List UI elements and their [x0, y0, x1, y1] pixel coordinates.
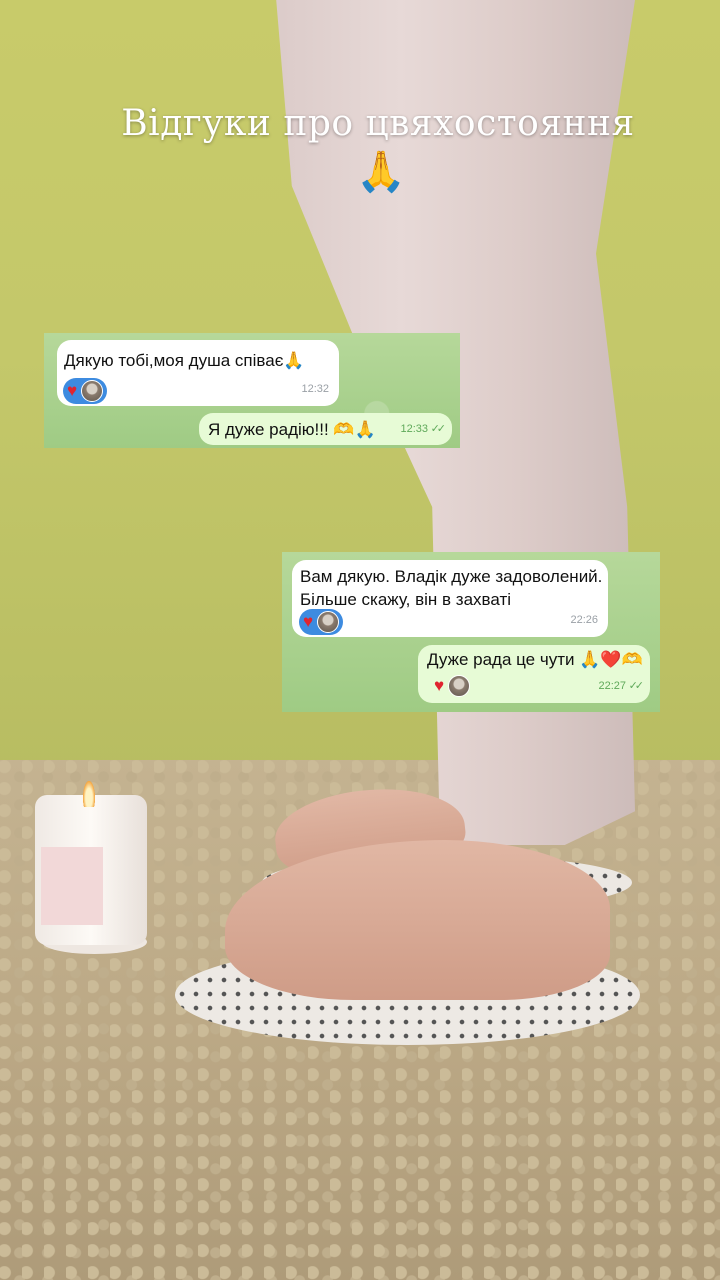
reaction-pill[interactable]: ♥ [299, 609, 344, 635]
candle-flame-icon [83, 781, 95, 807]
story-title: Відгуки про цвяхостояння [121, 103, 635, 144]
message-time: 22:27 [598, 680, 626, 692]
heart-icon: ♥ [303, 612, 314, 631]
heart-icon: ♥ [67, 381, 78, 400]
praying-hands-icon: 🙏 [356, 150, 406, 194]
incoming-message: Вам дякую. Владік дуже задоволений. Біль… [292, 560, 608, 637]
avatar [448, 675, 471, 697]
outgoing-message: Дуже рада це чути 🙏❤️🫶 ♥ 22:27 ✓✓ [418, 645, 650, 703]
reaction-row[interactable]: ♥ [430, 673, 474, 699]
reaction-pill[interactable]: ♥ [63, 378, 108, 404]
message-time: 12:33 [400, 423, 428, 435]
avatar [81, 380, 104, 402]
candle [35, 781, 147, 945]
heart-icon: ♥ [434, 676, 445, 695]
read-checkmarks-icon: ✓✓ [430, 423, 447, 435]
message-text-line-2: Більше скажу, він в захваті [300, 590, 512, 609]
message-text: Дякую тобі,моя душа співає🙏 [64, 351, 305, 370]
message-text-line-1: Вам дякую. Владік дуже задоволений. [300, 567, 603, 586]
incoming-message: Дякую тобі,моя душа співає🙏 ♥ 12:32 [57, 340, 339, 406]
outgoing-message: Я дуже радію!!! 🫶🙏 12:33 ✓✓ [199, 413, 452, 445]
message-time: 12:32 [301, 383, 329, 395]
read-checkmarks-icon: ✓✓ [628, 680, 645, 692]
chat-screenshot-2: Вам дякую. Владік дуже задоволений. Біль… [282, 552, 660, 712]
message-text: Я дуже радію!!! 🫶🙏 [208, 420, 376, 439]
avatar [317, 611, 340, 633]
message-time: 22:26 [570, 614, 598, 626]
candle-label [41, 847, 103, 925]
message-text: Дуже рада це чути 🙏❤️🫶 [427, 650, 643, 669]
chat-screenshot-1: Дякую тобі,моя душа співає🙏 ♥ 12:32 Я ду… [44, 333, 460, 448]
